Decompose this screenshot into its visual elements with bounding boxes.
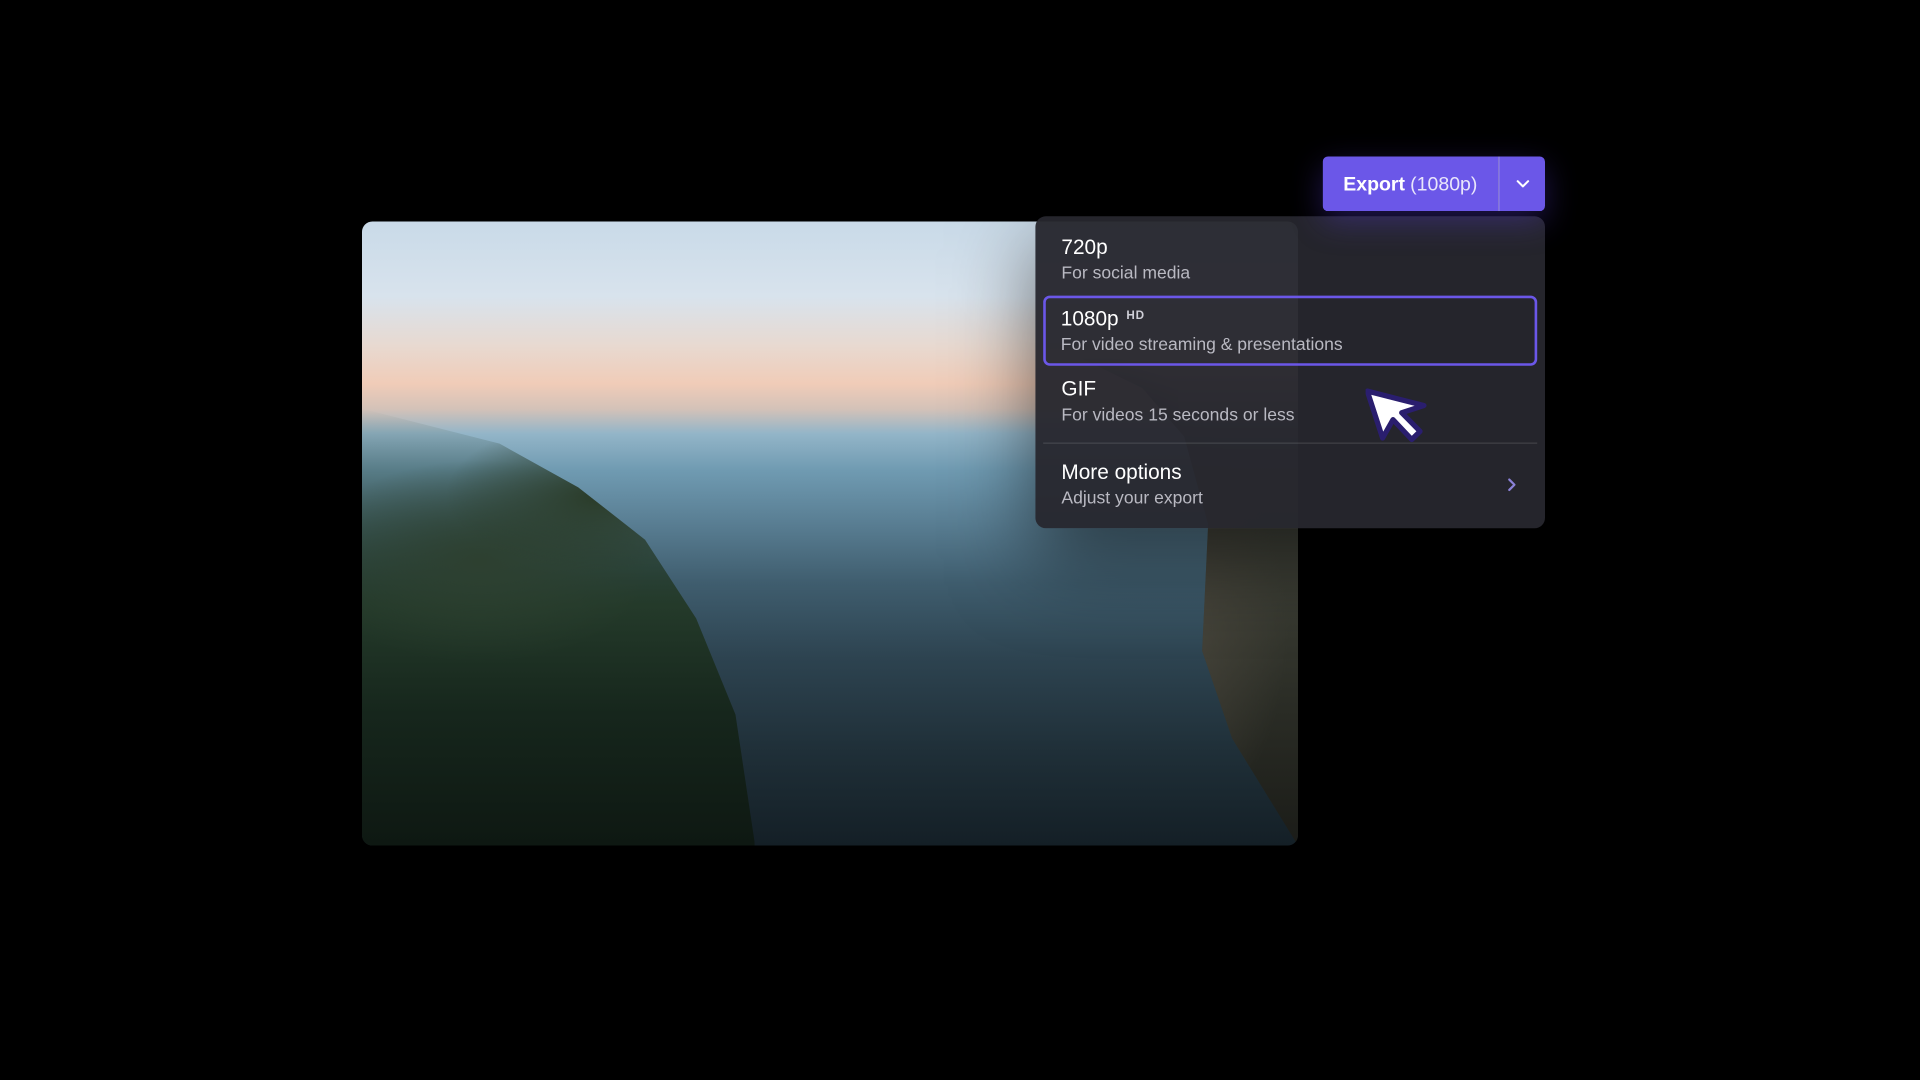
- export-button[interactable]: Export (1080p): [1322, 157, 1498, 212]
- export-option-1080p[interactable]: 1080p HD For video streaming & presentat…: [1043, 296, 1537, 366]
- export-current-resolution: (1080p): [1410, 173, 1477, 195]
- hd-badge: HD: [1126, 308, 1144, 321]
- chevron-down-icon: [1514, 176, 1530, 192]
- divider: [1043, 443, 1537, 444]
- export-dropdown-toggle[interactable]: [1498, 157, 1545, 212]
- export-option-720p[interactable]: 720p For social media: [1043, 224, 1537, 296]
- export-split-button: Export (1080p): [1322, 157, 1545, 212]
- export-option-title: 720p: [1061, 237, 1107, 260]
- export-option-subtitle: For social media: [1061, 263, 1519, 283]
- export-label: Export: [1343, 173, 1405, 195]
- more-options-title: More options: [1061, 462, 1181, 485]
- export-option-subtitle: For videos 15 seconds or less: [1061, 405, 1519, 425]
- chevron-right-icon: [1505, 478, 1519, 492]
- export-option-subtitle: For video streaming & presentations: [1061, 334, 1520, 354]
- more-options-subtitle: Adjust your export: [1061, 488, 1202, 508]
- export-option-title: 1080p: [1061, 308, 1119, 331]
- export-option-title: GIF: [1061, 379, 1096, 402]
- export-dropdown: 720p For social media 1080p HD For video…: [1035, 216, 1545, 528]
- export-option-gif[interactable]: GIF For videos 15 seconds or less: [1043, 366, 1537, 438]
- export-more-options[interactable]: More options Adjust your export: [1043, 449, 1537, 520]
